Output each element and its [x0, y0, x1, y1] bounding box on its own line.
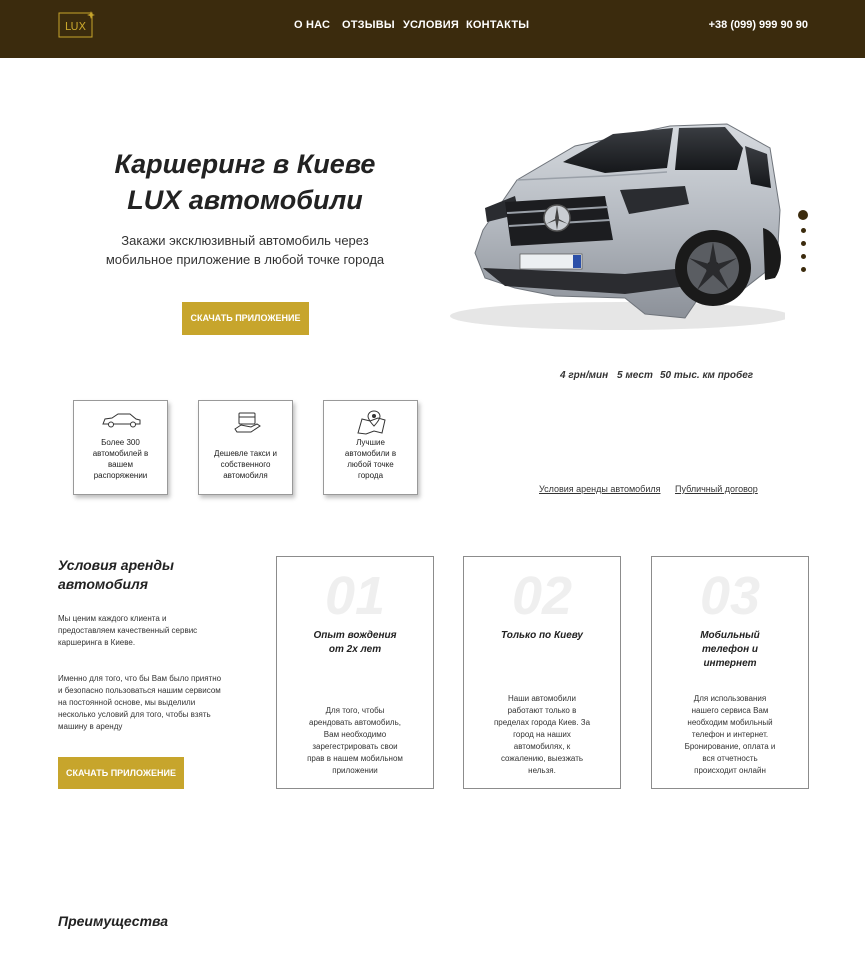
car-image — [450, 123, 785, 330]
feature-text-price: Дешевле такси и собственного автомобиля — [205, 448, 286, 481]
card-text-line: зарегестрировать свои — [312, 742, 398, 751]
card-title-line: Опыт вождения — [313, 630, 397, 641]
slider-dot-5[interactable] — [801, 267, 806, 272]
card-text: Для использования нашего сервиса Вам нео… — [666, 693, 794, 777]
feature-line: автомобилей в — [92, 449, 149, 458]
nav-about[interactable]: О НАС — [294, 19, 330, 31]
slider-dot-4[interactable] — [801, 254, 806, 259]
hero-subtitle-line2: мобильное приложение в любой точке город… — [105, 252, 385, 267]
rental-terms-link[interactable]: Условия аренды автомобиля — [539, 484, 660, 494]
card-text: Для того, чтобы арендовать автомобиль, В… — [291, 705, 419, 777]
condition-card-experience: 01 Опыт вождения от 2х лет Для того, что… — [276, 556, 434, 789]
card-title-line: Мобильный — [700, 630, 760, 641]
paragraph-line: предоставляем качественный сервис — [58, 626, 198, 635]
nav-contacts[interactable]: КОНТАКТЫ — [466, 19, 529, 31]
public-contract-link[interactable]: Публичный договор — [675, 484, 758, 494]
feature-line: Лучшие — [356, 438, 385, 447]
advantages-title: Преимущества — [58, 913, 169, 929]
feature-text-cars: Более 300 автомобилей в вашем распоряжен… — [80, 437, 161, 481]
paragraph-line: машину в аренду — [58, 722, 123, 731]
slider-dot-1[interactable] — [798, 210, 808, 220]
conditions-paragraph-2: Именно для того, что бы Вам было приятно… — [58, 673, 258, 733]
card-text-line: Бронирование, оплата и — [684, 742, 776, 751]
paragraph-line: на постоянной основе, мы выделили — [58, 698, 196, 707]
download-app-button[interactable]: СКАЧАТЬ ПРИЛОЖЕНИЕ — [182, 302, 309, 335]
card-text-line: нашего сервиса Вам — [691, 706, 769, 715]
paragraph-line: каршеринга в Киеве. — [58, 638, 136, 647]
feature-card-cars: Более 300 автомобилей в вашем распоряжен… — [73, 400, 168, 495]
card-text-line: Для использования — [693, 694, 767, 703]
card-text: Наши автомобили работают только в предел… — [478, 693, 606, 777]
card-title-line: Только по Киеву — [501, 630, 583, 641]
card-text-line: пределах города Киев. За — [493, 718, 591, 727]
card-number: 02 — [511, 566, 573, 626]
condition-card-kyiv-only: 02 Только по Киеву Наши автомобили работ… — [463, 556, 621, 789]
card-text-line: Вам необходимо — [323, 730, 387, 739]
conditions-title: Условия аренды автомобиля — [58, 556, 258, 594]
card-title: Мобильный телефон и интернет — [662, 629, 798, 671]
card-text-line: город на наших — [513, 730, 571, 739]
conditions-title-line1: Условия аренды — [58, 557, 174, 573]
hero-title-line2: LUX автомобили — [127, 185, 363, 215]
map-location-icon — [357, 410, 386, 435]
card-text-line: сожалению, выезжать — [500, 754, 584, 763]
paragraph-line: Именно для того, что бы Вам было приятно — [58, 674, 222, 683]
feature-line: автомобиля — [223, 471, 268, 480]
card-title-line: от 2х лет — [328, 644, 382, 655]
feature-line: любой точке — [347, 460, 394, 469]
conditions-title-line2: автомобиля — [58, 576, 148, 592]
feature-line: собственного — [220, 460, 271, 469]
card-text-line: автомобилях, к — [513, 742, 571, 751]
card-text-line: приложении — [332, 766, 378, 775]
feature-line: автомобили в — [344, 449, 397, 458]
paragraph-line: несколько условий для того, чтобы взять — [58, 710, 211, 719]
spec-price: 4 грн/мин — [560, 370, 609, 381]
slider-dot-2[interactable] — [801, 228, 806, 233]
spec-mileage: 50 тыс. км пробег — [660, 370, 754, 381]
feature-card-price: Дешевле такси и собственного автомобиля — [198, 400, 293, 495]
card-text-line: Для того, чтобы — [325, 706, 385, 715]
card-text-line: Наши автомобили — [507, 694, 577, 703]
feature-text-location: Лучшие автомобили в любой точке города — [330, 437, 411, 481]
card-text-line: необходим мобильный — [687, 718, 773, 727]
card-title: Только по Киеву — [474, 629, 610, 643]
paragraph-line: Мы ценим каждого клиента и — [58, 614, 167, 623]
hero-subtitle: Закажи эксклюзивный автомобиль через моб… — [60, 231, 430, 269]
phone-number[interactable]: +38 (099) 999 90 90 — [709, 19, 808, 31]
cash-hand-icon — [234, 412, 261, 433]
card-text-line: происходит онлайн — [694, 766, 766, 775]
card-text-line: работают только в — [507, 706, 577, 715]
card-number: 01 — [324, 566, 386, 626]
feature-line: Более 300 — [101, 438, 140, 447]
condition-card-phone-internet: 03 Мобильный телефон и интернет Для испо… — [651, 556, 809, 789]
slider-dots — [798, 210, 810, 274]
spec-seats: 5 мест — [617, 370, 653, 381]
card-title-line: телефон и — [701, 644, 759, 655]
card-title-line: интернет — [703, 658, 757, 669]
feature-line: вашем — [108, 460, 133, 469]
nav-conditions[interactable]: УСЛОВИЯ — [403, 19, 459, 31]
card-number: 03 — [699, 566, 761, 626]
card-text-line: вся отчетность — [702, 754, 758, 763]
top-header: LUX О НАС ОТЗЫВЫ УСЛОВИЯ КОНТАКТЫ +38 (0… — [0, 0, 865, 58]
hero-subtitle-line1: Закажи эксклюзивный автомобиль через — [121, 233, 369, 248]
card-text-line: арендовать автомобиль, — [309, 718, 401, 727]
feature-line: Дешевле такси и — [214, 449, 277, 458]
feature-line: города — [357, 471, 384, 480]
paragraph-line: и безопасно пользоваться нашим сервисом — [58, 686, 221, 695]
slider-dot-3[interactable] — [801, 241, 806, 246]
feature-line: распоряжении — [93, 471, 148, 480]
download-app-button-conditions[interactable]: СКАЧАТЬ ПРИЛОЖЕНИЕ — [58, 757, 184, 789]
card-text-line: телефон и интернет. — [691, 730, 769, 739]
conditions-paragraph-1: Мы ценим каждого клиента и предоставляем… — [58, 613, 258, 649]
card-title: Опыт вождения от 2х лет — [287, 629, 423, 657]
feature-card-location: Лучшие автомобили в любой точке города — [323, 400, 418, 495]
hero-title: Каршеринг в Киеве LUX автомобили — [60, 146, 430, 218]
car-icon — [102, 413, 141, 428]
nav-reviews[interactable]: ОТЗЫВЫ — [342, 19, 395, 31]
hero-title-line1: Каршеринг в Киеве — [114, 149, 376, 179]
card-text-line: нельзя. — [528, 766, 556, 775]
card-text-line: прав в нашем мобильном — [307, 754, 403, 763]
